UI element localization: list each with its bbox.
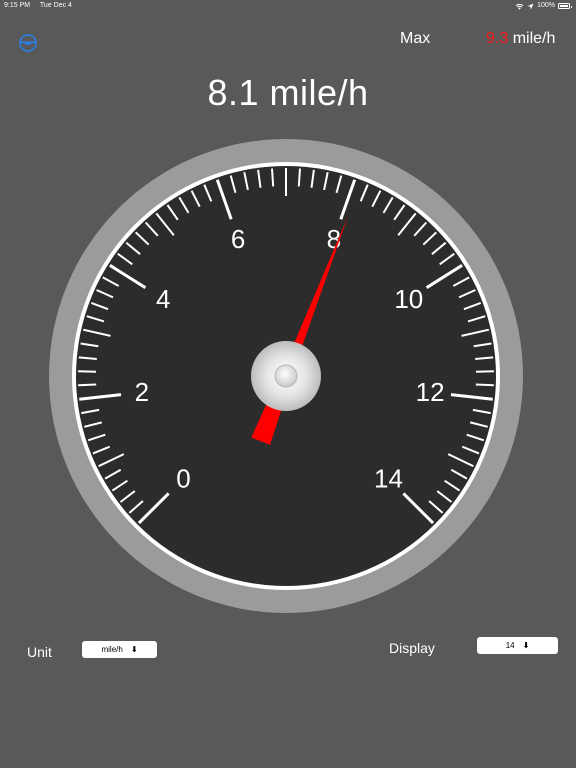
gauge-minor-tick xyxy=(297,168,301,187)
display-range-picker[interactable]: 14 ⬇ xyxy=(477,637,558,654)
gauge-label: 10 xyxy=(394,284,423,314)
steering-wheel-icon xyxy=(19,34,37,52)
gauge-label: 6 xyxy=(231,224,245,254)
gauge-minor-tick xyxy=(475,383,494,387)
speedometer-gauge: 0246 8101214 xyxy=(49,139,523,613)
unit-picker-value: mile/h xyxy=(101,645,123,654)
gauge-hub-cap xyxy=(274,364,298,388)
max-speed-unit: mile/h xyxy=(512,30,556,47)
gauge-label: 0 xyxy=(176,464,190,494)
display-picker-arrow-icon: ⬇ xyxy=(522,641,530,650)
speedometer-screen: 9:15 PM Tue Dec 4 100% Max 9.3 mile/h 8.… xyxy=(0,0,576,768)
max-speed: 9.3 mile/h xyxy=(486,30,555,48)
status-left: 9:15 PM Tue Dec 4 xyxy=(4,0,80,12)
unit-picker-arrow-icon: ⬇ xyxy=(130,645,138,654)
gauge-minor-tick xyxy=(78,383,97,387)
gauge-label: 2 xyxy=(135,377,149,407)
battery-percent: 100% xyxy=(537,2,555,9)
settings-button[interactable] xyxy=(17,32,39,54)
status-right: 100% xyxy=(515,0,572,12)
gauge-label: 4 xyxy=(156,284,170,314)
battery-icon xyxy=(558,3,572,9)
status-bar: 9:15 PM Tue Dec 4 100% xyxy=(0,0,576,12)
status-time: 9:15 PM xyxy=(4,2,31,9)
status-date: Tue Dec 4 xyxy=(39,2,72,9)
current-speed-readout: 8.1 mile/h xyxy=(207,72,369,113)
gauge-label: 12 xyxy=(416,377,445,407)
max-speed-value: 9.3 xyxy=(486,30,509,47)
unit-picker[interactable]: mile/h ⬇ xyxy=(82,641,157,658)
wifi-icon xyxy=(515,3,524,10)
display-label: Display xyxy=(389,640,435,656)
display-picker-value: 14 xyxy=(505,641,515,650)
gauge-minor-tick xyxy=(271,168,275,187)
gauge-label: 14 xyxy=(374,464,403,494)
unit-label: Unit xyxy=(27,644,52,660)
max-label: Max xyxy=(400,30,431,47)
location-arrow-icon xyxy=(527,2,534,10)
